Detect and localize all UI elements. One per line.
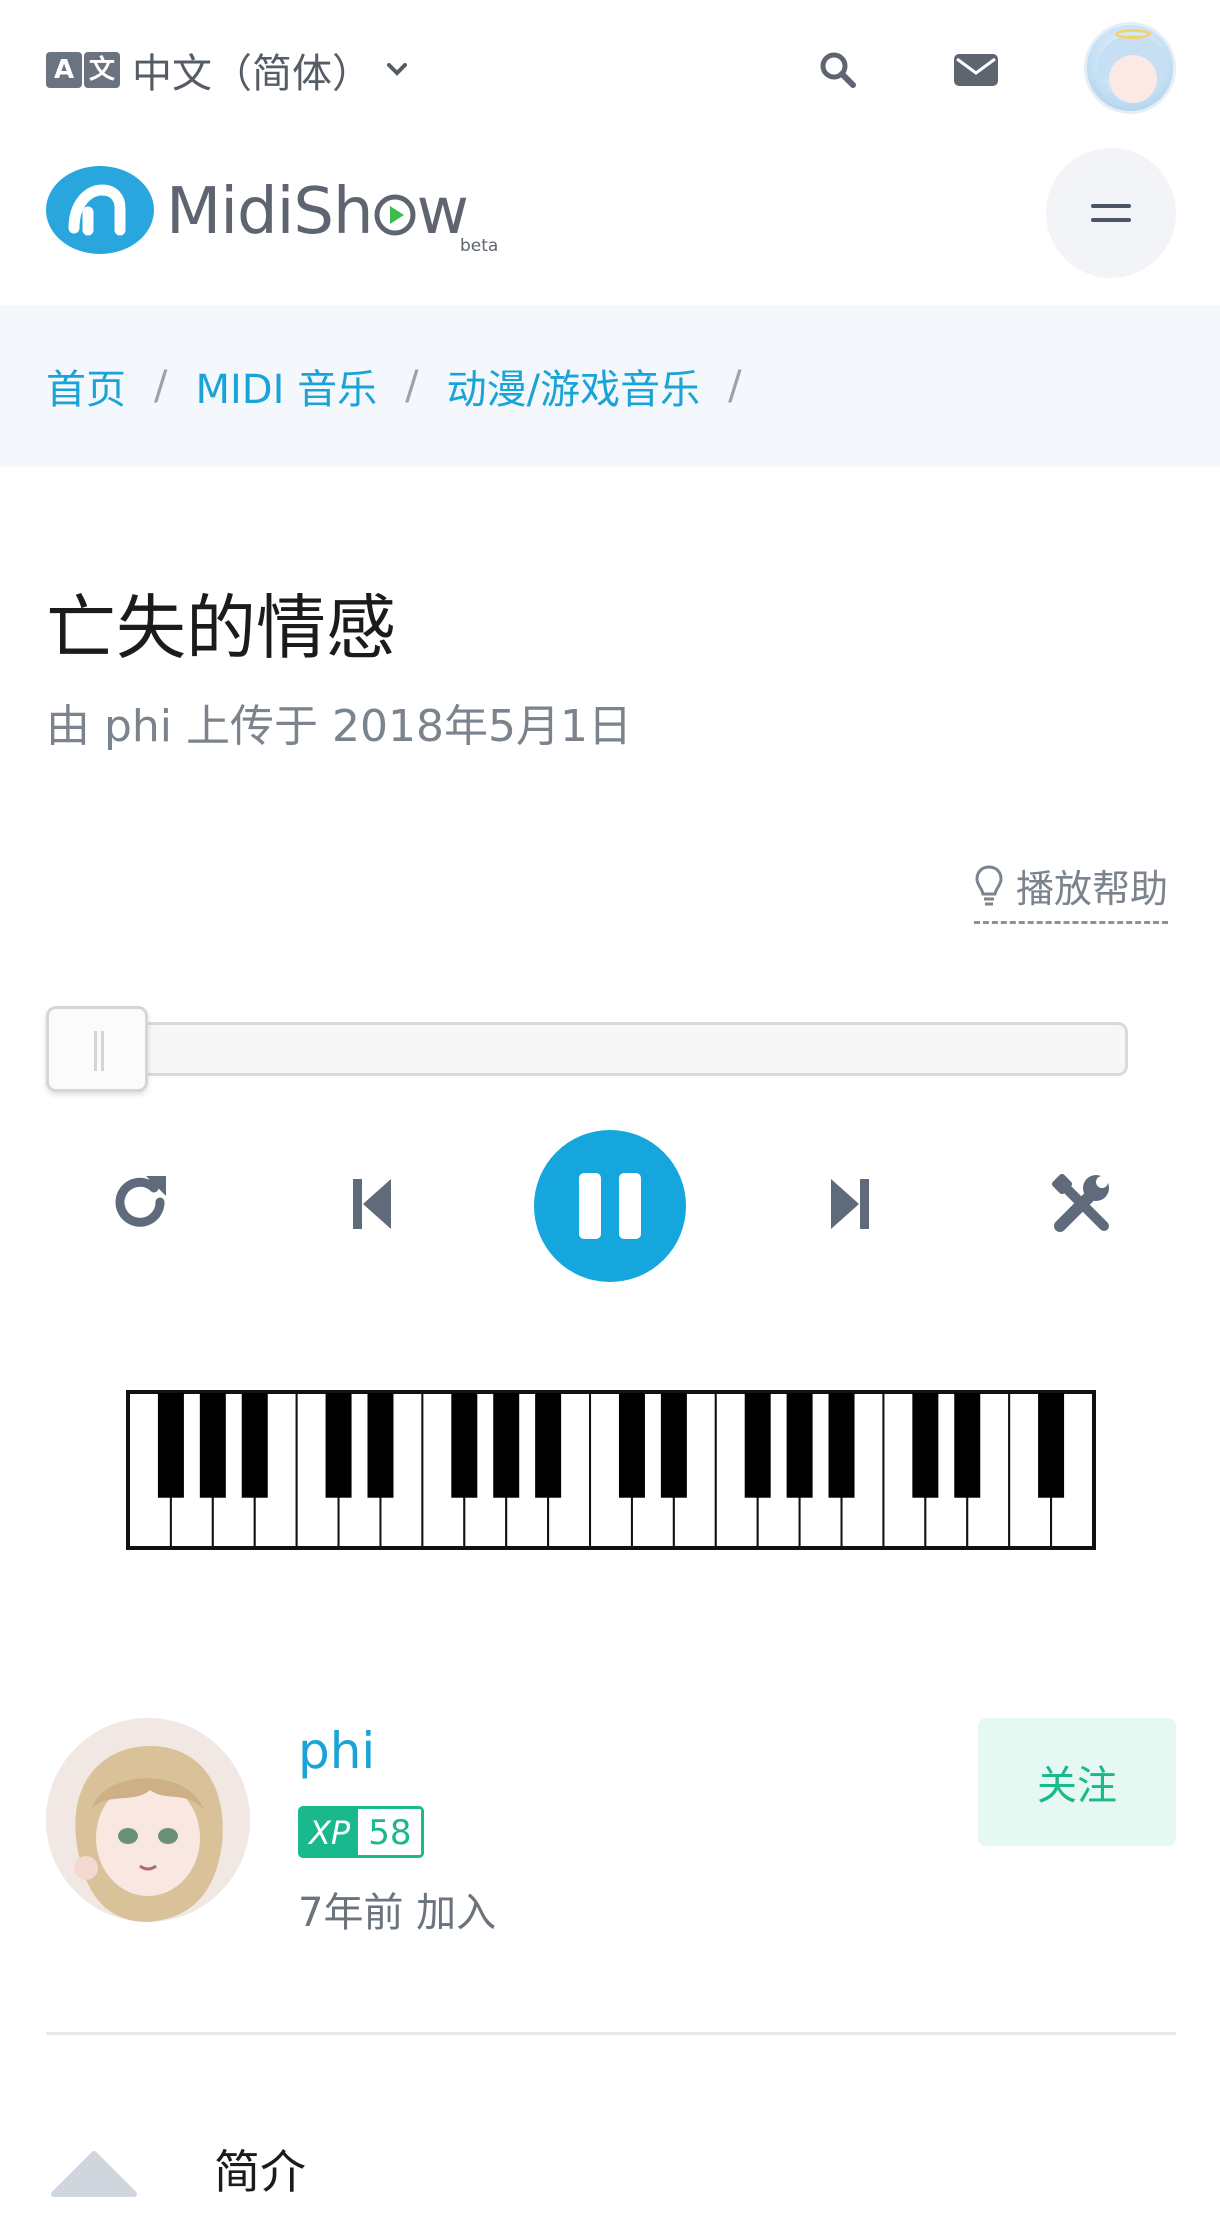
step-forward-icon bbox=[831, 1179, 869, 1229]
piano-black-key bbox=[241, 1393, 268, 1498]
site-logo[interactable]: MidiSh w beta bbox=[44, 164, 498, 260]
piano-black-key bbox=[660, 1393, 687, 1498]
piano-black-key bbox=[1038, 1393, 1065, 1498]
next-button[interactable] bbox=[812, 1166, 888, 1242]
intro-heading: 简介 bbox=[214, 2145, 306, 2199]
piano-black-key bbox=[535, 1393, 562, 1498]
author-avatar-image bbox=[46, 1718, 250, 1922]
redo-icon bbox=[115, 1176, 166, 1227]
translate-icon: A 文 bbox=[46, 52, 122, 88]
menu-button[interactable] bbox=[1046, 148, 1176, 278]
playback-help-link[interactable]: 播放帮助 bbox=[974, 858, 1169, 924]
language-label: 中文（简体） bbox=[132, 51, 372, 97]
piano-black-key bbox=[157, 1393, 184, 1498]
progress-track[interactable] bbox=[46, 1022, 1128, 1076]
breadcrumb-home[interactable]: 首页 bbox=[46, 357, 126, 415]
author-avatar[interactable] bbox=[46, 1718, 250, 1922]
repeat-button[interactable] bbox=[104, 1166, 180, 1242]
piano-black-key bbox=[954, 1393, 981, 1498]
caret-up-icon bbox=[51, 2151, 137, 2197]
play-o-icon bbox=[374, 194, 416, 236]
piano-black-key bbox=[618, 1393, 645, 1498]
tools-icon bbox=[1051, 1173, 1109, 1232]
user-avatar[interactable] bbox=[1084, 22, 1176, 114]
logo-wordmark: MidiSh w bbox=[166, 175, 469, 249]
top-bar: A 文 中文（简体） bbox=[0, 0, 1220, 140]
lightbulb-icon bbox=[975, 864, 1003, 905]
pause-icon bbox=[579, 1173, 641, 1239]
breadcrumb-separator: / bbox=[154, 363, 168, 409]
playback-help-label: 播放帮助 bbox=[1016, 867, 1169, 911]
menu-icon bbox=[1091, 194, 1131, 232]
author-name[interactable]: phi bbox=[298, 1722, 375, 1780]
breadcrumb-midi-music[interactable]: MIDI 音乐 bbox=[195, 357, 377, 415]
piano-black-key bbox=[744, 1393, 771, 1498]
previous-button[interactable] bbox=[334, 1166, 410, 1242]
breadcrumb-anime-game-music[interactable]: 动漫/游戏音乐 bbox=[447, 357, 700, 415]
piano-black-key bbox=[493, 1393, 520, 1498]
xp-value: 58 bbox=[358, 1809, 422, 1855]
progress-handle[interactable] bbox=[46, 1006, 148, 1092]
pause-button[interactable] bbox=[534, 1130, 686, 1282]
chevron-down-icon bbox=[386, 62, 408, 78]
upload-meta: 由 phi 上传于 2018年5月1日 bbox=[46, 701, 632, 752]
xp-label: XP bbox=[301, 1809, 359, 1855]
piano-black-key bbox=[912, 1393, 939, 1498]
breadcrumb: 首页 / MIDI 音乐 / 动漫/游戏音乐 / bbox=[0, 305, 1220, 467]
piano-black-key bbox=[325, 1393, 352, 1498]
midishow-logo-icon bbox=[46, 166, 154, 254]
follow-button[interactable]: 关注 bbox=[978, 1718, 1176, 1846]
piano-black-key bbox=[828, 1393, 855, 1498]
page-title: 亡失的情感 bbox=[46, 587, 396, 669]
collapse-toggle[interactable] bbox=[50, 2148, 138, 2198]
joined-time: 7年前 加入 bbox=[298, 1890, 497, 1936]
step-backward-icon bbox=[353, 1179, 391, 1229]
language-selector[interactable]: A 文 中文（简体） bbox=[46, 42, 408, 98]
settings-button[interactable] bbox=[1042, 1164, 1122, 1244]
piano-black-key bbox=[786, 1393, 813, 1498]
xp-badge: XP 58 bbox=[298, 1806, 425, 1858]
mail-icon[interactable] bbox=[946, 40, 1006, 100]
piano-keys bbox=[128, 1392, 1095, 1548]
piano-black-key bbox=[451, 1393, 478, 1498]
logo-beta: beta bbox=[460, 236, 499, 256]
piano-black-key bbox=[367, 1393, 394, 1498]
breadcrumb-separator: / bbox=[728, 363, 742, 409]
piano-black-key bbox=[199, 1393, 226, 1498]
divider bbox=[46, 2032, 1176, 2035]
search-icon[interactable] bbox=[808, 40, 868, 100]
piano-keyboard bbox=[126, 1390, 1096, 1550]
breadcrumb-separator: / bbox=[405, 363, 419, 409]
